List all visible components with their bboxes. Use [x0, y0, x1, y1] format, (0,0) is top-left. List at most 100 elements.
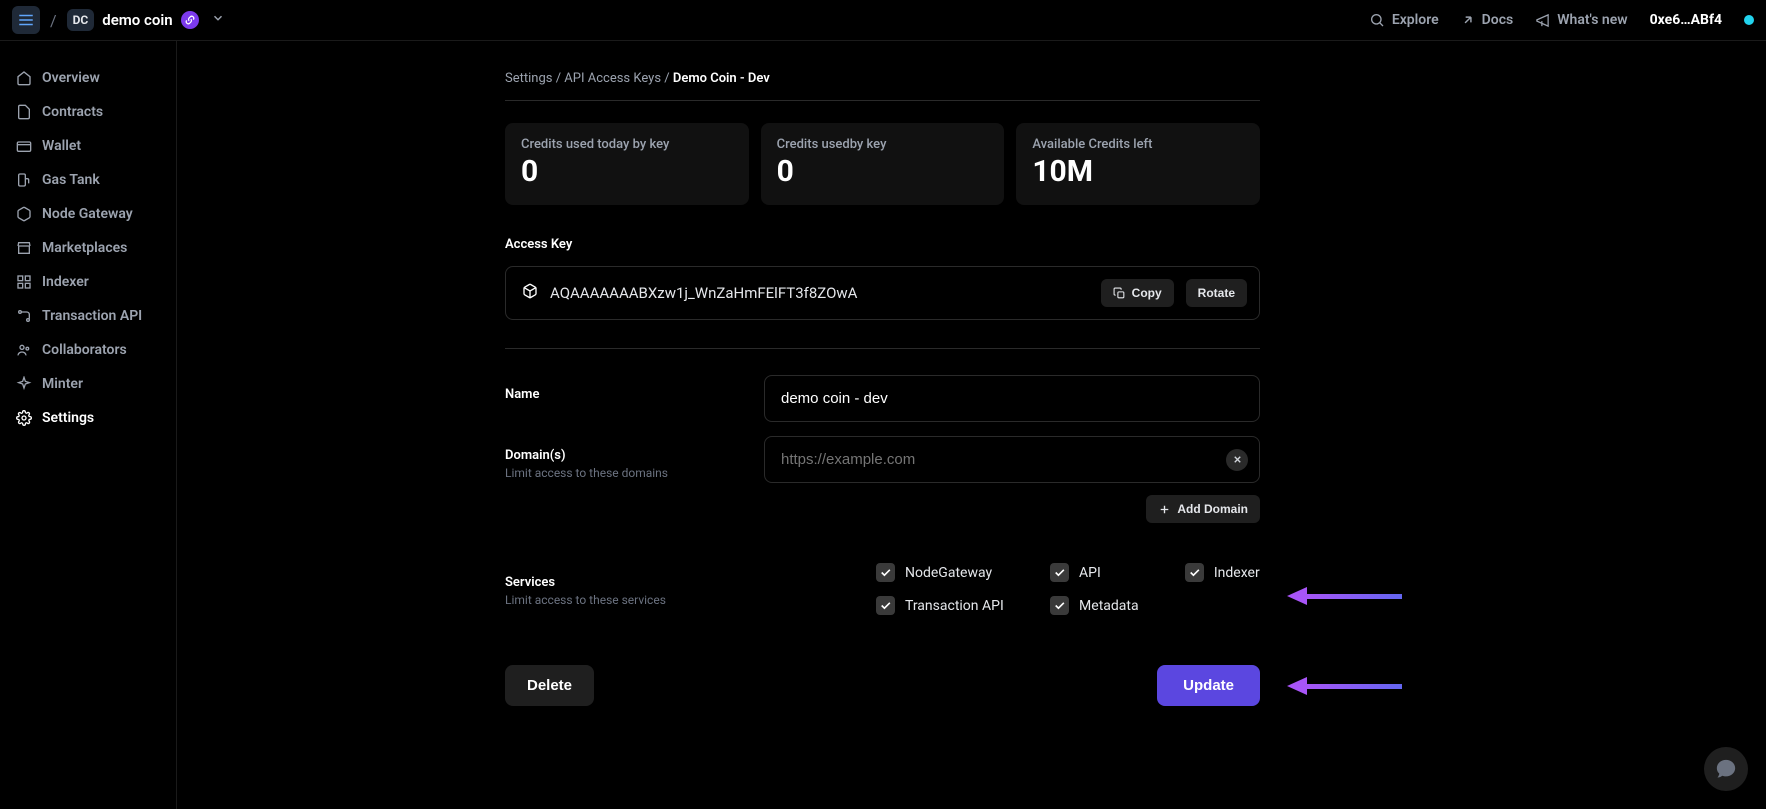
check-icon — [879, 566, 892, 579]
sidebar-item-marketplaces[interactable]: Marketplaces — [8, 231, 168, 265]
project-selector[interactable]: DC demo coin — [67, 9, 225, 31]
service-nodegateway: NodeGateway — [876, 563, 1004, 582]
sidebar-item-node-gateway[interactable]: Node Gateway — [8, 197, 168, 231]
access-key-value: AQAAAAAAABXzw1j_WnZaHmFElFT3f8ZOwA — [550, 284, 1089, 302]
sidebar-item-label: Gas Tank — [42, 172, 100, 188]
breadcrumb-api-keys[interactable]: API Access Keys — [564, 71, 661, 86]
sidebar-item-collaborators[interactable]: Collaborators — [8, 333, 168, 367]
stat-card-total: Credits usedby key 0 — [761, 123, 1005, 205]
copy-label: Copy — [1132, 286, 1162, 300]
chat-icon — [1715, 758, 1737, 780]
checkbox[interactable] — [1185, 563, 1204, 582]
nav-docs[interactable]: Docs — [1461, 12, 1514, 28]
domain-sublabel: Limit access to these domains — [505, 466, 764, 480]
access-key-box: AQAAAAAAABXzw1j_WnZaHmFElFT3f8ZOwA Copy … — [505, 266, 1260, 320]
topbar-right: Explore Docs What's new 0xe6…ABf4 — [1369, 12, 1754, 28]
copy-button[interactable]: Copy — [1101, 279, 1174, 307]
service-indexer: Indexer — [1185, 563, 1260, 582]
gas-icon — [16, 172, 32, 188]
service-transaction-api: Transaction API — [876, 596, 1004, 615]
nav-explore-label: Explore — [1392, 12, 1439, 28]
breadcrumb-current: Demo Coin - Dev — [673, 71, 770, 86]
sidebar-item-label: Marketplaces — [42, 240, 127, 256]
checkbox[interactable] — [1050, 596, 1069, 615]
grid-icon — [16, 274, 32, 290]
gear-icon — [16, 410, 32, 426]
nav-explore[interactable]: Explore — [1369, 12, 1439, 28]
sidebar-item-label: Contracts — [42, 104, 103, 120]
add-domain-button[interactable]: Add Domain — [1146, 495, 1260, 523]
plus-icon — [1158, 503, 1171, 516]
delete-button[interactable]: Delete — [505, 665, 594, 706]
home-icon — [16, 70, 32, 86]
service-label: NodeGateway — [905, 565, 992, 581]
stat-label: Credits usedby key — [777, 137, 989, 152]
rotate-button[interactable]: Rotate — [1186, 279, 1247, 307]
breadcrumb-slash: / — [50, 11, 57, 30]
domain-row: Domain(s) Limit access to these domains … — [505, 436, 1260, 523]
stat-label: Credits used today by key — [521, 137, 733, 152]
topbar-left: / DC demo coin — [12, 6, 225, 34]
checkbox[interactable] — [876, 563, 895, 582]
app-logo[interactable] — [12, 6, 40, 34]
stat-value: 10M — [1032, 154, 1244, 189]
stats-row: Credits used today by key 0 Credits used… — [505, 123, 1260, 205]
annotation-arrow-services — [1287, 587, 1402, 605]
checkbox[interactable] — [1050, 563, 1069, 582]
chat-widget[interactable] — [1704, 747, 1748, 791]
services-sublabel: Limit access to these services — [505, 593, 764, 607]
branch-icon — [16, 308, 32, 324]
add-domain-label: Add Domain — [1177, 502, 1248, 516]
link-icon — [181, 11, 199, 29]
nav-docs-label: Docs — [1482, 12, 1514, 28]
close-icon — [1232, 454, 1243, 465]
sidebar: Overview Contracts Wallet Gas Tank Node … — [0, 41, 177, 809]
access-key-label: Access Key — [505, 237, 1260, 252]
sidebar-item-indexer[interactable]: Indexer — [8, 265, 168, 299]
domain-input[interactable] — [764, 436, 1260, 483]
sidebar-item-gas-tank[interactable]: Gas Tank — [8, 163, 168, 197]
sidebar-item-label: Indexer — [42, 274, 89, 290]
project-badge: DC — [67, 9, 95, 31]
doc-icon — [16, 104, 32, 120]
cube-icon — [16, 206, 32, 222]
stat-value: 0 — [521, 154, 733, 189]
sidebar-item-label: Transaction API — [42, 308, 142, 324]
sidebar-item-overview[interactable]: Overview — [8, 61, 168, 95]
sidebar-item-transaction-api[interactable]: Transaction API — [8, 299, 168, 333]
sidebar-item-contracts[interactable]: Contracts — [8, 95, 168, 129]
sidebar-item-minter[interactable]: Minter — [8, 367, 168, 401]
stat-card-available: Available Credits left 10M — [1016, 123, 1260, 205]
services-row: Services Limit access to these services … — [505, 563, 1260, 615]
sidebar-item-label: Settings — [42, 410, 94, 426]
sidebar-item-label: Collaborators — [42, 342, 127, 358]
sidebar-item-settings[interactable]: Settings — [8, 401, 168, 435]
name-row: Name — [505, 375, 1260, 422]
nav-whats-new[interactable]: What's new — [1535, 12, 1627, 28]
checkbox[interactable] — [876, 596, 895, 615]
divider — [505, 348, 1260, 349]
check-icon — [879, 599, 892, 612]
clear-domain-button[interactable] — [1226, 449, 1248, 471]
services-grid: NodeGateway API Indexer Transaction — [876, 563, 1260, 615]
wallet-address[interactable]: 0xe6…ABf4 — [1650, 12, 1722, 28]
name-input[interactable] — [764, 375, 1260, 422]
main-content: Settings / API Access Keys / Demo Coin -… — [177, 41, 1766, 809]
annotation-arrow-update — [1287, 677, 1402, 695]
service-label: Metadata — [1079, 598, 1139, 614]
sidebar-item-label: Wallet — [42, 138, 81, 154]
project-name: demo coin — [102, 11, 172, 29]
sidebar-item-label: Minter — [42, 376, 83, 392]
users-icon — [16, 342, 32, 358]
sidebar-item-label: Node Gateway — [42, 206, 133, 222]
topbar: / DC demo coin Explore Docs What's new 0… — [0, 0, 1766, 41]
service-label: Indexer — [1214, 565, 1260, 581]
avatar[interactable] — [1744, 15, 1754, 25]
update-button[interactable]: Update — [1157, 665, 1260, 706]
actions-row: Delete Update — [505, 665, 1260, 706]
name-label: Name — [505, 387, 764, 402]
breadcrumb-settings[interactable]: Settings — [505, 71, 552, 86]
wallet-icon — [16, 138, 32, 154]
service-metadata: Metadata — [1050, 596, 1139, 615]
sidebar-item-wallet[interactable]: Wallet — [8, 129, 168, 163]
